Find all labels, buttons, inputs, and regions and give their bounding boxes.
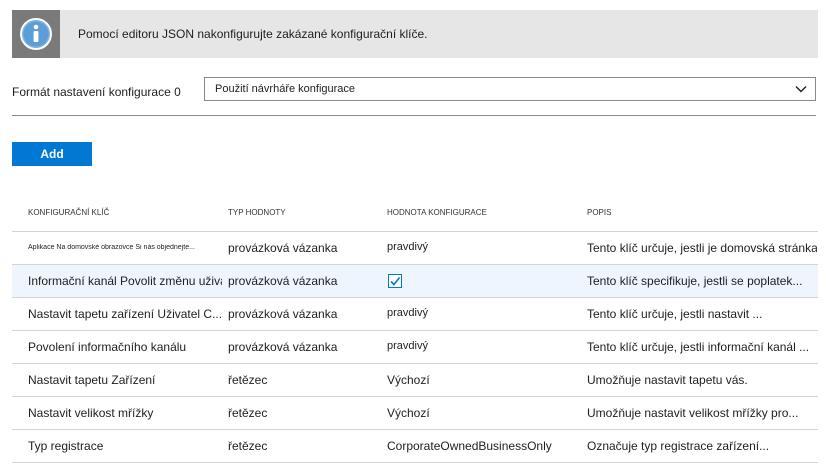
row-description: Umožňuje nastavit tapetu vás. (587, 373, 748, 387)
row-description: Tento klíč určuje, jestli informační kan… (587, 340, 810, 354)
page: Pomocí editoru JSON nakonfigurujte zakáz… (0, 0, 826, 472)
row-value: pravdivý (387, 241, 428, 253)
row-key: Typ registrace (28, 439, 104, 453)
row-value-checkbox[interactable] (388, 274, 402, 288)
row-key: Aplikace Na domovské obrazovce Si nás ob… (28, 244, 195, 251)
row-key: Nastavit tapetu Zařízení (28, 373, 156, 387)
row-value: Výchozí (387, 373, 430, 387)
row-value: CorporateOwnedBusinessOnly (387, 439, 552, 453)
info-banner: Pomocí editoru JSON nakonfigurujte zakáz… (12, 10, 818, 58)
format-selected-value: Použití návrháře konfigurace (215, 83, 356, 95)
divider (12, 115, 816, 116)
table-row[interactable]: Nastavit tapetu Zařízení řetězec Výchozí… (12, 364, 818, 397)
table-row[interactable]: Povolení informačního kanálu provázková … (12, 331, 818, 364)
row-description: Tento klíč určuje, jestli je domovská st… (587, 241, 817, 255)
row-description: Umožňuje nastavit velikost mřížky pro... (587, 406, 799, 420)
table-row[interactable]: Aplikace Na domovské obrazovce Si nás ob… (12, 232, 818, 265)
row-type: provázková vázanka (228, 274, 338, 288)
row-key: Nastavit tapetu zařízení Uživatel C... (28, 307, 222, 321)
add-button[interactable]: Add (12, 142, 92, 166)
table-row[interactable]: Informační kanál Povolit změnu uživatele… (12, 265, 818, 298)
row-key: Informační kanál Povolit změnu uživatele… (28, 274, 222, 288)
table-header: KONFIGURAČNÍ KLÍČ TYP HODNOTY HODNOTA KO… (12, 200, 818, 232)
row-type: provázková vázanka (228, 340, 338, 354)
row-description: Tento klíč určuje, jestli nastavit ... (587, 307, 763, 321)
column-header-description: POPIS (587, 208, 612, 217)
chevron-down-icon (795, 86, 807, 93)
row-value: Výchozí (387, 406, 430, 420)
checkmark-icon (390, 277, 400, 286)
row-description: Označuje typ registrace zařízení... (587, 439, 770, 453)
format-label: Formát nastavení konfigurace 0 (12, 85, 181, 99)
table-row[interactable]: Nastavit velikost mřížky řetězec Výchozí… (12, 397, 818, 430)
row-value: pravdivý (387, 340, 428, 352)
row-key: Nastavit velikost mřížky (28, 406, 154, 420)
info-icon (20, 18, 52, 50)
row-type: provázková vázanka (228, 241, 338, 255)
row-type: řetězec (228, 406, 268, 420)
column-header-key: KONFIGURAČNÍ KLÍČ (28, 208, 110, 217)
banner-message: Pomocí editoru JSON nakonfigurujte zakáz… (78, 27, 428, 41)
row-description: Tento klíč specifikuje, jestli se poplat… (587, 274, 803, 288)
row-type: provázková vázanka (228, 307, 338, 321)
format-dropdown[interactable]: Použití návrháře konfigurace (204, 77, 816, 101)
row-type: řetězec (228, 439, 268, 453)
table-row[interactable]: Typ registrace řetězec CorporateOwnedBus… (12, 430, 818, 463)
row-value: pravdivý (387, 307, 428, 319)
column-header-type: TYP HODNOTY (228, 208, 286, 217)
info-icon-box (12, 10, 60, 58)
row-key: Povolení informačního kanálu (28, 340, 187, 354)
row-type: řetězec (228, 373, 268, 387)
table-row[interactable]: Nastavit tapetu zařízení Uživatel C... p… (12, 298, 818, 331)
column-header-value: HODNOTA KONFIGURACE (387, 208, 487, 217)
